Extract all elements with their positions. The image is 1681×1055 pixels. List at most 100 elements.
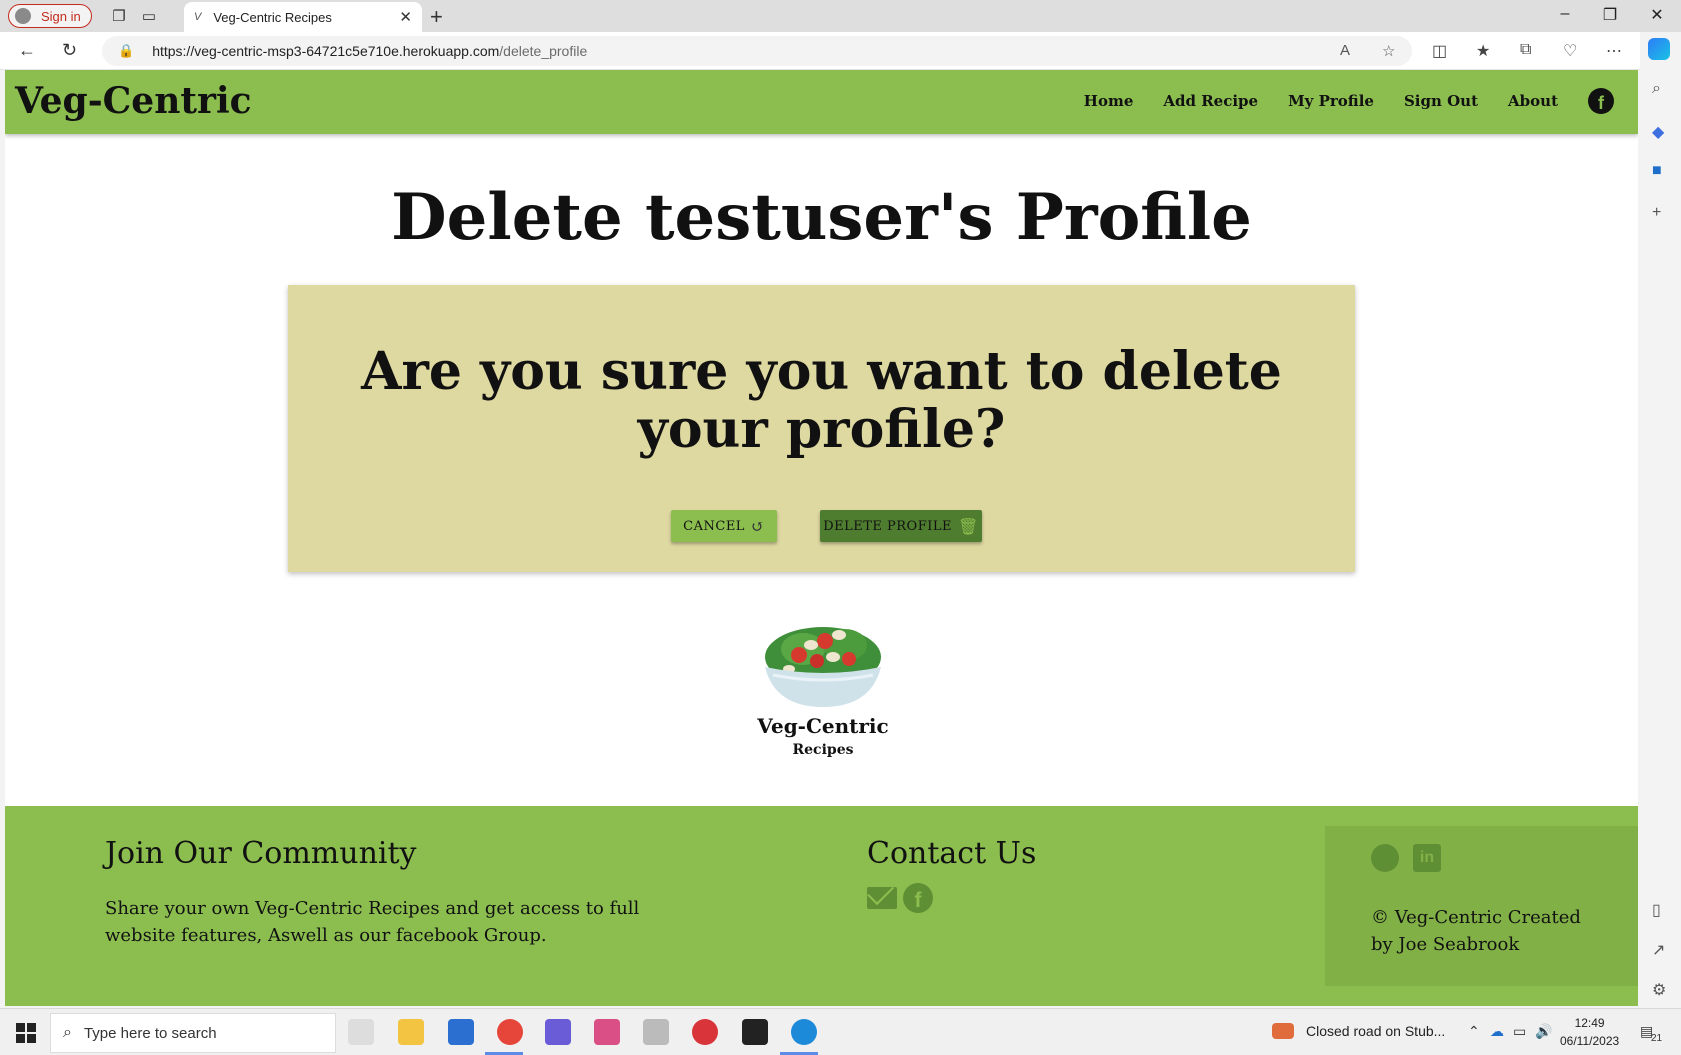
external-link-icon[interactable]: ↗ xyxy=(1652,940,1665,960)
mail-icon[interactable] xyxy=(448,1019,474,1045)
browser-tab-strip: Sign in ❐ ▭ V Veg-Centric Recipes ✕ + – … xyxy=(0,0,1681,32)
chrome-icon[interactable] xyxy=(497,1019,523,1045)
browser-sidebar: ⌕ ◆ ■ + ▯ ↗ ⚙ xyxy=(1640,32,1681,1008)
vertical-tabs-icon[interactable]: ▭ xyxy=(140,7,158,25)
logo-subtitle: Recipes xyxy=(792,742,854,758)
address-bar-row: ← ↻ 🔒 https://veg-centric-msp3-64721c5e7… xyxy=(0,32,1681,70)
workspaces-icon[interactable]: ❐ xyxy=(110,7,128,25)
taskbar: ⌕ Type here to search Closed road on Stu… xyxy=(0,1008,1681,1055)
back-icon[interactable]: ← xyxy=(18,40,36,61)
logo-name: Veg-Centric xyxy=(757,714,889,738)
cancel-label: CANCEL xyxy=(683,518,745,534)
site-footer: Join Our Community Share your own Veg-Ce… xyxy=(5,806,1638,1006)
notification-text: Closed road on Stub... xyxy=(1306,1023,1446,1039)
page-title: Delete testuser's Profile xyxy=(391,180,1252,255)
delete-confirmation-card: Are you sure you want to delete your pro… xyxy=(288,285,1355,572)
close-window-icon[interactable]: ✕ xyxy=(1647,5,1667,25)
minimize-icon[interactable]: – xyxy=(1555,5,1575,23)
outlook-icon[interactable]: ■ xyxy=(1652,162,1662,180)
slack-icon[interactable] xyxy=(594,1019,620,1045)
web-page: Veg-Centric Home Add Recipe My Profile S… xyxy=(5,70,1638,1006)
notification-badge: 21 xyxy=(1651,1033,1663,1044)
github-icon[interactable] xyxy=(1371,844,1399,872)
network-icon[interactable]: ▭ xyxy=(1513,1023,1526,1040)
add-sidebar-icon[interactable]: + xyxy=(1652,204,1661,222)
windows-start-icon[interactable] xyxy=(16,1023,36,1043)
nav-sign-out[interactable]: Sign Out xyxy=(1404,92,1478,110)
delete-label: DELETE PROFILE xyxy=(823,518,952,534)
social-links: in xyxy=(1371,844,1441,872)
file-explorer-icon[interactable] xyxy=(398,1019,424,1045)
volume-icon[interactable]: 🔊 xyxy=(1535,1023,1552,1040)
site-nav: Home Add Recipe My Profile Sign Out Abou… xyxy=(1084,88,1614,114)
collections-icon[interactable]: ⧉ xyxy=(1520,41,1531,59)
site-logo: Veg-Centric Recipes xyxy=(745,615,901,758)
profile-sign-in-button[interactable]: Sign in xyxy=(8,4,92,28)
taskbar-search-placeholder: Type here to search xyxy=(83,1024,217,1042)
url-host: https://veg-centric-msp3-64721c5e710e.he… xyxy=(152,43,500,59)
footer-facebook-icon[interactable]: f xyxy=(903,883,933,913)
browser-essentials-icon[interactable]: ♡ xyxy=(1563,41,1577,61)
copilot-app-icon[interactable] xyxy=(545,1019,571,1045)
clock-date: 06/11/2023 xyxy=(1560,1034,1620,1048)
read-aloud-icon[interactable]: A xyxy=(1340,42,1350,59)
footer-community: Join Our Community Share your own Veg-Ce… xyxy=(105,836,665,949)
cancel-button[interactable]: CANCEL ↺ xyxy=(671,510,777,542)
confirmation-question: Are you sure you want to delete your pro… xyxy=(361,341,1282,460)
site-brand[interactable]: Veg-Centric xyxy=(15,80,252,122)
clock-time: 12:49 xyxy=(1574,1016,1605,1030)
url-field[interactable]: 🔒 https://veg-centric-msp3-64721c5e710e.… xyxy=(102,36,1412,66)
trash-icon: 🗑 xyxy=(958,516,979,536)
onedrive-icon[interactable]: ☁ xyxy=(1490,1023,1504,1040)
search-icon: ⌕ xyxy=(63,1024,72,1041)
restore-icon[interactable]: ❐ xyxy=(1600,5,1620,25)
tab-title: Veg-Centric Recipes xyxy=(213,9,332,25)
site-favicon-icon: V xyxy=(194,11,202,23)
profile-label: Sign in xyxy=(41,8,81,24)
more-menu-icon[interactable]: ⋯ xyxy=(1606,41,1622,61)
favorites-icon[interactable]: ★ xyxy=(1476,41,1490,61)
tab-veg-centric[interactable]: V Veg-Centric Recipes ✕ xyxy=(184,2,422,32)
nav-home[interactable]: Home xyxy=(1084,92,1134,110)
undo-icon: ↺ xyxy=(750,516,765,536)
refresh-icon[interactable]: ↻ xyxy=(62,40,77,61)
system-clock[interactable]: 12:49 06/11/2023 xyxy=(1560,1014,1619,1050)
show-hidden-icons-icon[interactable]: ⌃ xyxy=(1468,1023,1480,1040)
lock-icon: 🔒 xyxy=(118,43,135,58)
sidebar-toggle-icon[interactable]: ▯ xyxy=(1652,900,1661,920)
linkedin-icon[interactable]: in xyxy=(1413,844,1441,872)
traffic-icon xyxy=(1272,1023,1294,1039)
edge-icon[interactable] xyxy=(791,1019,817,1045)
avatar-icon xyxy=(15,8,31,24)
envelope-icon[interactable] xyxy=(867,887,897,909)
footer-contact: Contact Us f xyxy=(867,836,1036,913)
copilot-apps-icon[interactable]: ◆ xyxy=(1652,122,1664,142)
nav-my-profile[interactable]: My Profile xyxy=(1288,92,1374,110)
opera-icon[interactable] xyxy=(692,1019,718,1045)
copyright-text: © Veg-Centric Created by Joe Seabrook xyxy=(1371,907,1581,955)
close-tab-icon[interactable]: ✕ xyxy=(399,8,412,26)
settings-gear-icon[interactable]: ⚙ xyxy=(1652,980,1666,1000)
nav-about[interactable]: About xyxy=(1508,92,1558,110)
news-notification[interactable]: Closed road on Stub... xyxy=(1272,1023,1445,1039)
delete-profile-button[interactable]: DELETE PROFILE 🗑 xyxy=(820,510,982,542)
site-header: Veg-Centric Home Add Recipe My Profile S… xyxy=(5,70,1638,134)
contact-heading: Contact Us xyxy=(867,836,1037,871)
gimp-icon[interactable] xyxy=(643,1019,669,1045)
nav-add-recipe[interactable]: Add Recipe xyxy=(1163,92,1258,110)
facebook-icon[interactable]: f xyxy=(1588,88,1614,114)
community-heading: Join Our Community xyxy=(105,836,417,871)
url-path: /delete_profile xyxy=(499,43,588,59)
sticky-notes-icon[interactable] xyxy=(742,1019,768,1045)
favorite-star-icon[interactable]: ☆ xyxy=(1382,42,1395,60)
search-icon[interactable]: ⌕ xyxy=(1652,80,1661,98)
task-view-icon[interactable] xyxy=(348,1019,374,1045)
split-screen-icon[interactable]: ◫ xyxy=(1432,41,1447,61)
contact-icons: f xyxy=(867,883,1036,913)
copilot-icon[interactable] xyxy=(1648,38,1670,60)
community-text: Share your own Veg-Centric Recipes and g… xyxy=(105,898,640,946)
taskbar-search-input[interactable]: ⌕ Type here to search xyxy=(50,1013,336,1053)
new-tab-icon[interactable]: + xyxy=(430,4,443,30)
salad-bowl-icon xyxy=(765,627,881,707)
footer-credits: in © Veg-Centric Created by Joe Seabrook xyxy=(1325,826,1638,986)
